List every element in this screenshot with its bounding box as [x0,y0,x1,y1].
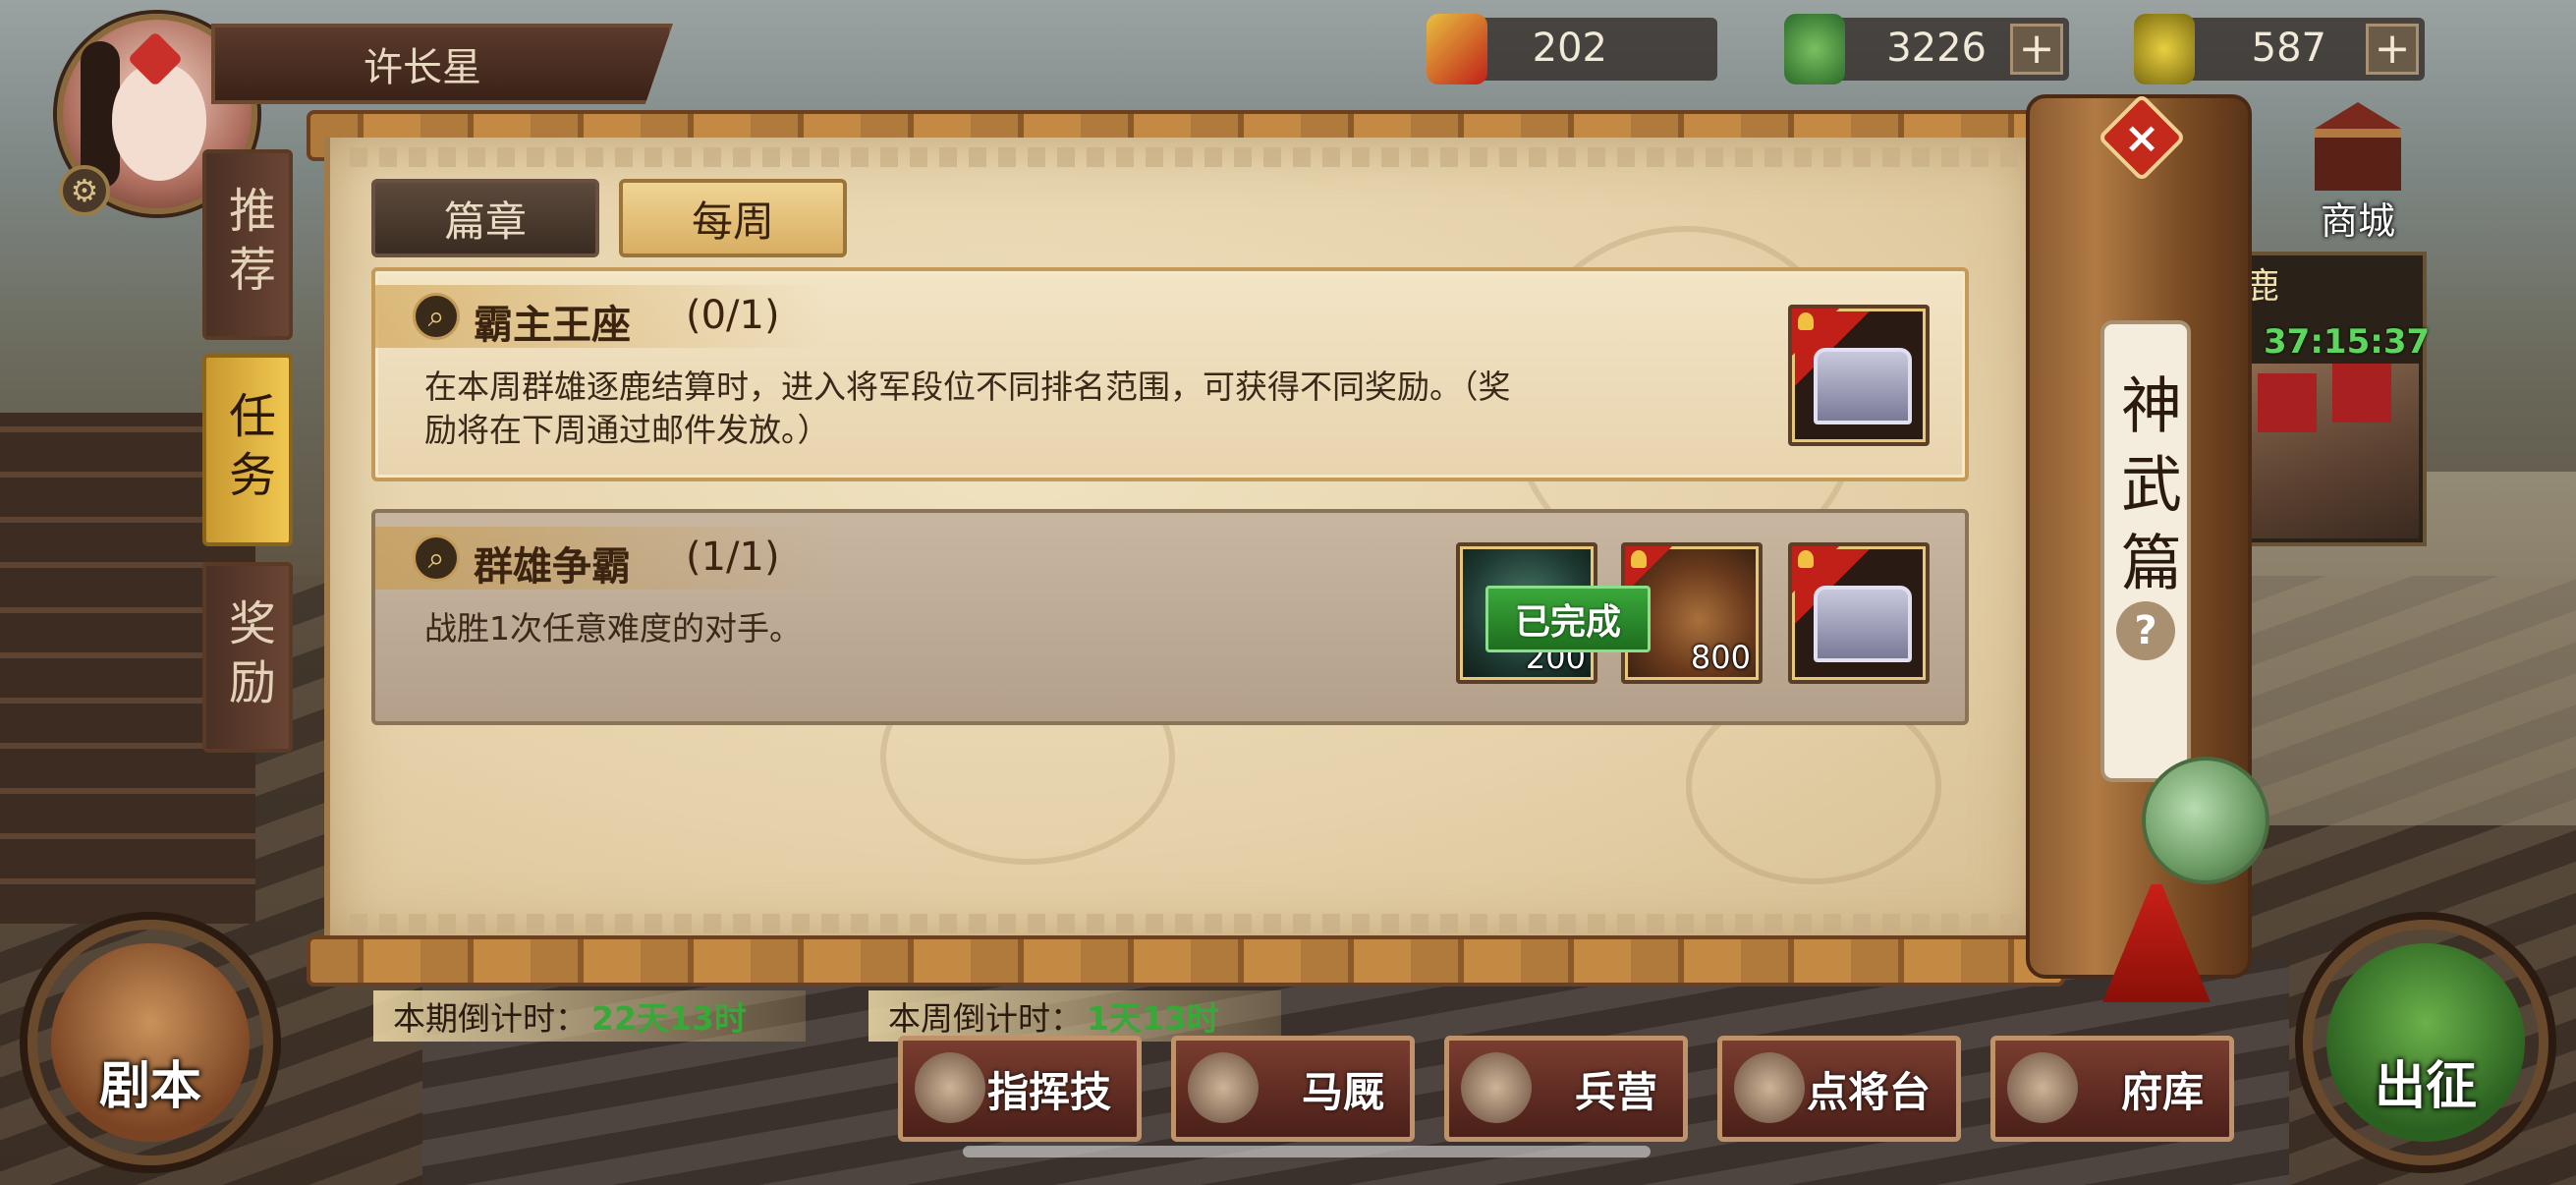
general-icon [1734,1052,1805,1123]
event-card[interactable]: 鹿 37:15:37 [2240,252,2431,546]
command-icon [915,1052,985,1123]
countdown-value: 22天13时 [591,999,747,1038]
quest-progress: (1/1) [686,535,780,580]
help-button[interactable]: ? [2116,601,2175,660]
side-panel-label: 神武篇 [2100,320,2191,782]
fret-border-top [350,147,2018,167]
nav-treasury[interactable]: 府库 [1990,1036,2234,1142]
scroll-rod-bottom [307,935,2065,987]
week-countdown: 本周倒计时： 1天13时 [868,990,1281,1042]
nav-label: 点将台 [1806,1067,1931,1116]
quest-description: 在本周群雄逐鹿结算时，进入将军段位不同排名范围，可获得不同奖励。（奖励将在下周通… [424,367,1511,449]
march-label: 出征 [2374,1057,2477,1116]
flag-icon [2332,364,2391,423]
add-jade-button[interactable]: + [2010,24,2063,75]
side-tab-recommend[interactable]: 推荐 [202,149,293,340]
battle-art [2248,364,2419,538]
gear-icon[interactable]: ⚙ [59,165,110,216]
march-button[interactable]: 出征 [2303,920,2548,1165]
resource-value: 587 [2251,26,2326,71]
jade-pendant-icon [2142,757,2269,884]
tab-weekly[interactable]: 每周 [619,179,847,257]
quest-description: 战胜1次任意难度的对手。 [424,609,802,648]
quest-name: 群雄争霸 [474,544,631,590]
resource-gold-ingot: 587 + [2134,14,2425,85]
search-icon[interactable]: ⌕ [413,293,460,340]
countdown-label: 本期倒计时： [393,999,588,1038]
player-name-bar: 许长星 [211,24,673,104]
script-button[interactable]: 剧本 [28,920,273,1165]
reward-count: 800 [1690,639,1751,676]
resource-value: 3226 [1886,26,1987,71]
nav-label: 兵营 [1574,1067,1657,1116]
quest-card: ⌕ 霸主王座 (0/1) 在本周群雄逐鹿结算时，进入将军段位不同排名范围，可获得… [371,267,1969,481]
quest-progress: (0/1) [686,293,780,338]
resource-red-token: 202 [1427,14,1717,85]
tab-chapter[interactable]: 篇章 [371,179,599,257]
shop-button[interactable]: 商城 [2299,102,2417,243]
chest-icon [1814,586,1912,662]
quest-name: 霸主王座 [474,303,631,348]
fret-border-bottom [350,914,2018,933]
event-timer: 37:15:37 [2264,322,2431,362]
player-name: 许长星 [364,45,481,90]
nav-label: 指挥技 [986,1067,1111,1116]
flag-icon [2258,373,2317,432]
nav-general-platform[interactable]: 点将台 [1717,1036,1961,1142]
script-label: 剧本 [98,1057,201,1116]
period-countdown: 本期倒计时： 22天13时 [373,990,806,1042]
resource-jade-coin: 3226 + [1784,14,2069,85]
quest-card: ⌕ 群雄争霸 (1/1) 战胜1次任意难度的对手。 200 800 [371,509,1969,725]
barracks-icon [1461,1052,1532,1123]
nav-label: 府库 [2120,1067,2204,1116]
reward-chest[interactable] [1788,542,1930,684]
jade-coin-icon [1784,14,1845,85]
reward-chest[interactable] [1788,305,1930,446]
nav-barracks[interactable]: 兵营 [1444,1036,1688,1142]
gold-ingot-icon [2134,14,2195,85]
nav-label: 马厩 [1301,1067,1384,1116]
resource-value: 202 [1532,26,1607,71]
add-gold-button[interactable]: + [2366,24,2419,75]
home-indicator[interactable] [963,1146,1651,1157]
nav-command-skill[interactable]: 指挥技 [898,1036,1142,1142]
red-token-icon [1427,14,1487,85]
nav-stable[interactable]: 马厩 [1171,1036,1415,1142]
side-tab-rewards[interactable]: 奖励 [202,562,293,753]
shop-label: 商城 [2320,199,2395,243]
side-panel-title: 神武篇 [2110,373,2182,609]
treasury-icon [2007,1052,2078,1123]
countdown-value: 1天13时 [1087,999,1219,1038]
shop-icon [2315,102,2401,191]
completed-badge: 已完成 [1485,586,1651,652]
chest-icon [1814,348,1912,424]
countdown-label: 本周倒计时： [888,999,1083,1038]
search-icon[interactable]: ⌕ [413,535,460,582]
horse-icon [1188,1052,1259,1123]
close-icon: × [2123,112,2160,163]
side-tab-tasks[interactable]: 任务 [202,354,293,546]
